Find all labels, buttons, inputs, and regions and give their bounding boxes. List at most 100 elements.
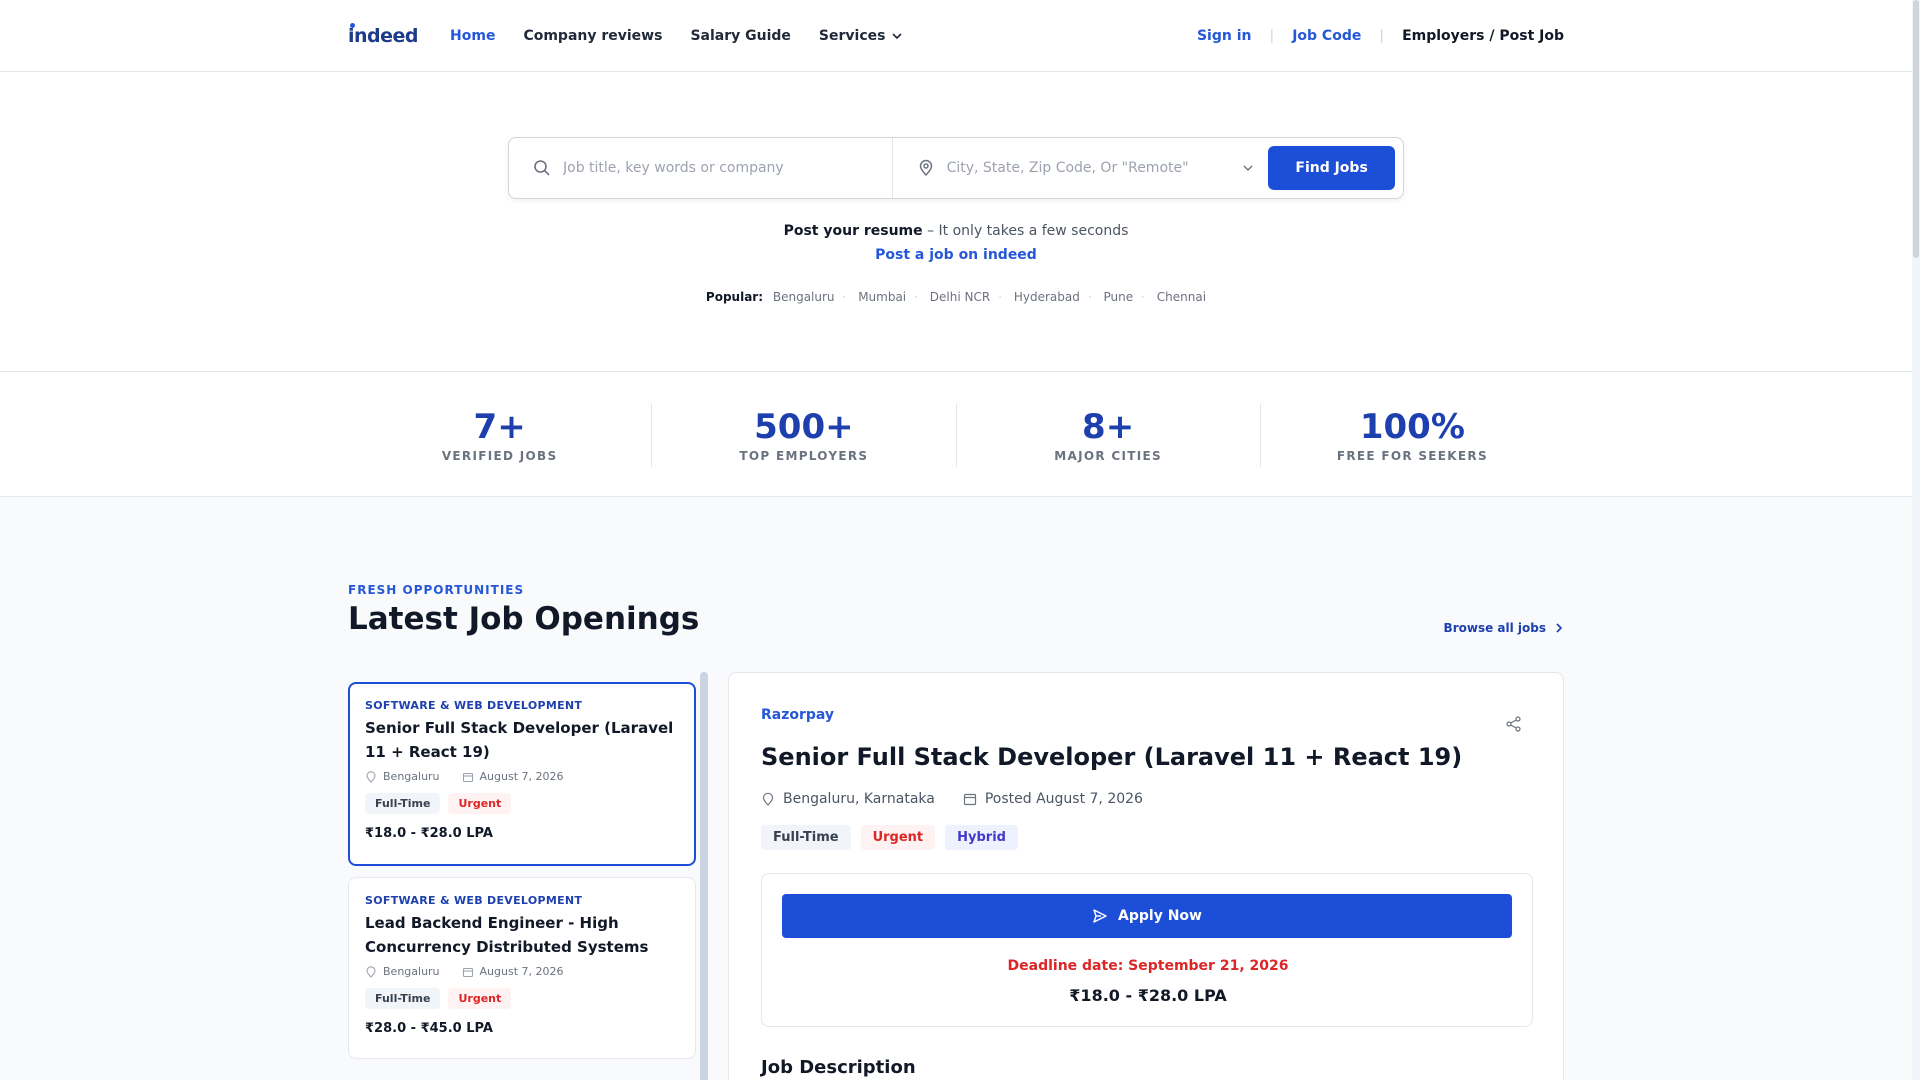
location-pin-icon xyxy=(762,792,774,806)
popular-label: Popular: xyxy=(705,290,764,304)
calendar-icon xyxy=(462,967,473,977)
deadline-date: Deadline date: September 21, 2026 xyxy=(1007,958,1289,974)
location-pin-icon xyxy=(366,965,376,978)
job-location: Bengaluru xyxy=(383,965,440,978)
popular-city[interactable]: Chennai xyxy=(1157,290,1206,304)
job-date: August 7, 2026 xyxy=(479,965,564,978)
find-jobs-button[interactable]: Find Jobs xyxy=(1268,146,1395,190)
post-resume-subtext: – It only takes a few seconds xyxy=(922,223,1129,239)
dot-separator: · xyxy=(842,290,847,304)
job-title: Lead Backend Engineer - High Concurrency… xyxy=(365,914,649,956)
share-icon[interactable] xyxy=(1505,715,1523,733)
page-scroll-thumb[interactable] xyxy=(1913,0,1919,258)
stat-major-cities: 8+ MAJOR CITIES xyxy=(957,403,1261,467)
section-eyebrow: FRESH OPPORTUNITIES xyxy=(348,583,525,597)
post-resume-line: Post your resume – It only takes a few s… xyxy=(0,223,1912,239)
stat-verified-jobs: 7+ VERIFIED JOBS xyxy=(348,403,653,467)
detail-meta: Bengaluru, Karnataka Posted August 7, 20… xyxy=(761,791,1143,807)
job-search-bar: Find Jobs xyxy=(508,137,1404,199)
popular-city[interactable]: Hyderabad xyxy=(1014,290,1080,304)
detail-salary: ₹18.0 - ₹28.0 LPA xyxy=(1069,986,1227,1005)
job-title-input[interactable] xyxy=(563,160,863,176)
search-icon xyxy=(534,160,550,176)
apply-now-button[interactable]: Apply Now xyxy=(782,894,1512,938)
job-category: SOFTWARE & WEB DEVELOPMENT xyxy=(365,894,583,907)
job-date: August 7, 2026 xyxy=(479,770,564,783)
browse-all-jobs-link[interactable]: Browse all jobs xyxy=(1444,621,1564,635)
job-list-scrollbar[interactable] xyxy=(700,672,708,1080)
detail-job-title: Senior Full Stack Developer (Laravel 11 … xyxy=(761,743,1463,771)
popular-cities: Popular: Bengaluru · Mumbai · Delhi NCR · H… xyxy=(0,290,1912,304)
page-scrollbar[interactable] xyxy=(1912,0,1920,1080)
popular-city[interactable]: Delhi NCR xyxy=(930,290,990,304)
job-salary: ₹28.0 - ₹45.0 LPA xyxy=(365,1021,493,1036)
stat-value: 8+ xyxy=(1082,407,1135,447)
job-title: Senior Full Stack Developer (Laravel 11 … xyxy=(365,719,674,761)
chevron-down-icon xyxy=(892,33,903,40)
company-name[interactable]: Razorpay xyxy=(761,707,834,723)
nav-company-reviews[interactable]: Company reviews xyxy=(523,28,662,44)
stat-top-employers: 500+ TOP EMPLOYERS xyxy=(652,403,957,467)
nav-salary-guide[interactable]: Salary Guide xyxy=(690,28,790,44)
dot-separator: · xyxy=(1087,290,1092,304)
stats-strip: 7+ VERIFIED JOBS 500+ TOP EMPLOYERS 8+ MAJO… xyxy=(0,371,1912,497)
calendar-icon xyxy=(963,793,976,806)
popular-city[interactable]: Bengaluru xyxy=(773,290,835,304)
job-tags: Full-Time Urgent xyxy=(365,793,679,814)
apply-box: Apply Now Deadline date: September 21, 2… xyxy=(761,873,1533,1027)
dot-separator: · xyxy=(998,290,1003,304)
job-card-selected[interactable]: SOFTWARE & WEB DEVELOPMENT Senior Full S… xyxy=(348,682,696,866)
location-pin-icon xyxy=(919,159,932,177)
send-icon xyxy=(1093,909,1107,923)
post-resume-link[interactable]: Post your resume xyxy=(784,223,923,239)
job-list: SOFTWARE & WEB DEVELOPMENT Senior Full S… xyxy=(348,672,696,1080)
calendar-icon xyxy=(462,772,473,782)
indeed-logo[interactable]: indeed xyxy=(348,23,419,47)
nav-services[interactable]: Services xyxy=(819,28,904,44)
sign-in-link[interactable]: Sign in xyxy=(1197,28,1252,44)
stat-free-for-seekers: 100% FREE FOR SEEKERS xyxy=(1261,403,1564,467)
job-list-scroll-thumb[interactable] xyxy=(700,672,708,1080)
chevron-down-icon[interactable] xyxy=(1242,162,1254,174)
nav-home[interactable]: Home xyxy=(450,28,495,44)
stats-inner: 7+ VERIFIED JOBS 500+ TOP EMPLOYERS 8+ MAJO… xyxy=(348,372,1564,498)
section-title: Latest Job Openings xyxy=(348,601,700,637)
nav-separator: | xyxy=(1379,28,1385,44)
job-meta: Bengaluru August 7, 2026 xyxy=(365,770,679,783)
logo-text: indeed xyxy=(348,25,419,47)
popular-city[interactable]: Mumbai xyxy=(858,290,906,304)
employers-post-job-link[interactable]: Employers / Post Job xyxy=(1402,28,1564,44)
job-detail-panel: Razorpay Senior Full Stack Developer (La… xyxy=(728,672,1564,1080)
job-code-link[interactable]: Job Code xyxy=(1292,28,1361,44)
job-card[interactable]: SOFTWARE & WEB DEVELOPMENT Lead Backend … xyxy=(348,877,696,1059)
stat-label: MAJOR CITIES xyxy=(1054,449,1162,463)
tag-hybrid: Hybrid xyxy=(945,825,1018,850)
job-description-heading: Job Description xyxy=(761,1057,916,1078)
detail-tags: Full-Time Urgent Hybrid xyxy=(761,825,1018,850)
nav-services-label: Services xyxy=(818,28,886,44)
detail-location: Bengaluru, Karnataka xyxy=(783,791,935,807)
main-nav: Home Company reviews Salary Guide Servic… xyxy=(450,28,903,44)
stat-value: 500+ xyxy=(754,407,854,447)
job-location: Bengaluru xyxy=(383,770,440,783)
apply-now-label: Apply Now xyxy=(1118,908,1202,924)
logo-dot xyxy=(350,23,355,28)
job-category: SOFTWARE & WEB DEVELOPMENT xyxy=(365,699,583,712)
stat-value: 7+ xyxy=(473,407,526,447)
post-job-link[interactable]: Post a job on indeed xyxy=(0,247,1912,263)
popular-city[interactable]: Pune xyxy=(1104,290,1134,304)
job-meta: Bengaluru August 7, 2026 xyxy=(365,965,679,978)
latest-jobs-section: FRESH OPPORTUNITIES Latest Job Openings … xyxy=(0,497,1912,1080)
stat-label: TOP EMPLOYERS xyxy=(739,449,869,463)
job-salary: ₹18.0 - ₹28.0 LPA xyxy=(365,826,493,841)
chevron-right-icon xyxy=(1556,623,1563,633)
hero-section: Find Jobs Post your resume – It only tak… xyxy=(0,73,1912,371)
tag-urgent: Urgent xyxy=(448,793,512,814)
dot-separator: · xyxy=(1141,290,1145,304)
top-header: indeed Home Company reviews Salary Guide… xyxy=(0,0,1912,72)
where-field xyxy=(893,138,1269,198)
what-field xyxy=(509,138,893,198)
browse-all-jobs-label: Browse all jobs xyxy=(1443,621,1546,635)
tag-full-time: Full-Time xyxy=(365,793,441,814)
location-input[interactable] xyxy=(946,160,1247,176)
